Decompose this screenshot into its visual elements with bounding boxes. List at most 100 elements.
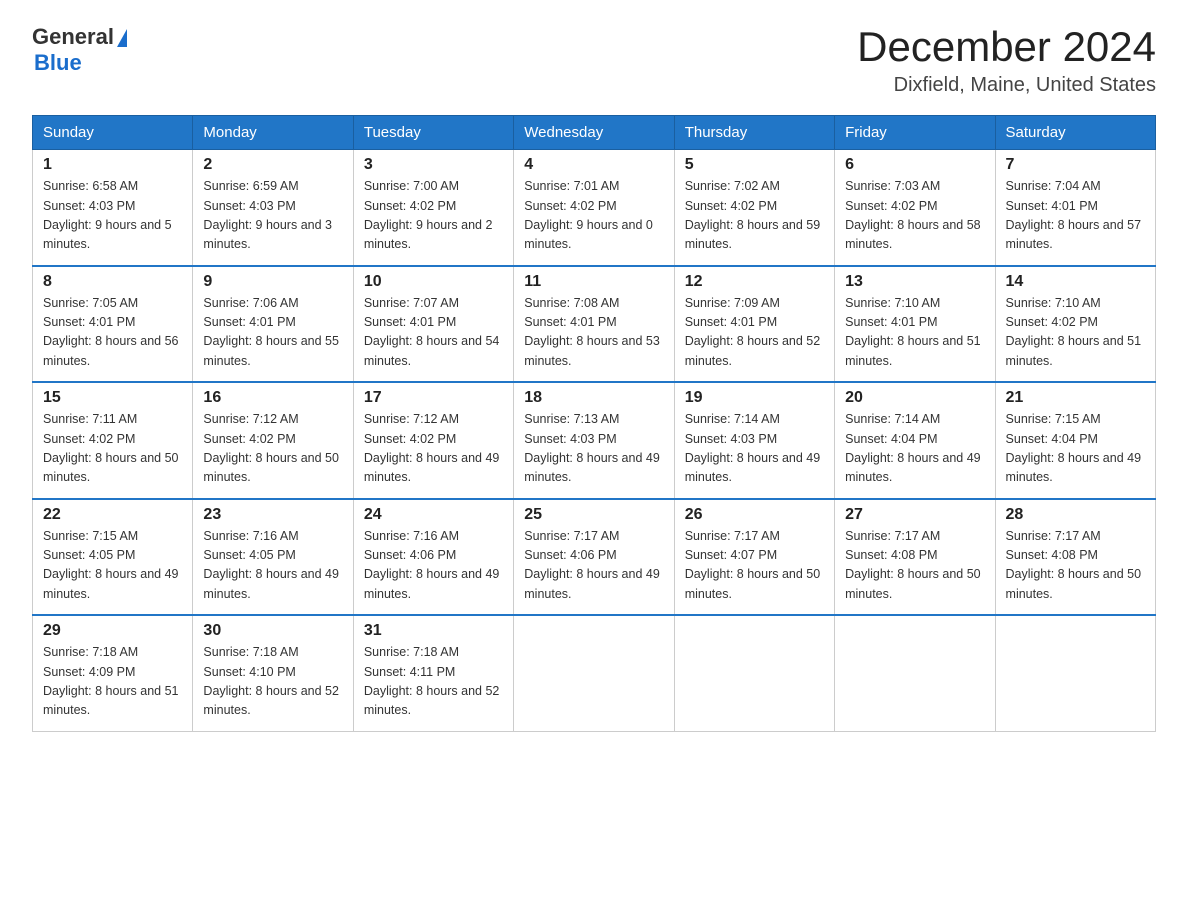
day-info: Sunrise: 7:08 AMSunset: 4:01 PMDaylight:… <box>524 296 660 368</box>
day-number: 10 <box>364 273 503 291</box>
header-friday: Friday <box>835 116 995 150</box>
day-number: 9 <box>203 273 342 291</box>
day-info: Sunrise: 6:58 AMSunset: 4:03 PMDaylight:… <box>43 179 172 251</box>
calendar-cell <box>995 615 1155 731</box>
day-info: Sunrise: 7:06 AMSunset: 4:01 PMDaylight:… <box>203 296 339 368</box>
calendar-cell: 1 Sunrise: 6:58 AMSunset: 4:03 PMDayligh… <box>33 150 193 266</box>
calendar-cell: 2 Sunrise: 6:59 AMSunset: 4:03 PMDayligh… <box>193 150 353 266</box>
calendar-cell <box>835 615 995 731</box>
day-number: 7 <box>1006 156 1145 174</box>
calendar-cell: 3 Sunrise: 7:00 AMSunset: 4:02 PMDayligh… <box>353 150 513 266</box>
day-number: 17 <box>364 389 503 407</box>
day-info: Sunrise: 7:05 AMSunset: 4:01 PMDaylight:… <box>43 296 179 368</box>
calendar-cell <box>674 615 834 731</box>
day-info: Sunrise: 7:02 AMSunset: 4:02 PMDaylight:… <box>685 179 821 251</box>
day-number: 29 <box>43 622 182 640</box>
day-info: Sunrise: 7:09 AMSunset: 4:01 PMDaylight:… <box>685 296 821 368</box>
day-number: 20 <box>845 389 984 407</box>
day-number: 26 <box>685 506 824 524</box>
day-number: 31 <box>364 622 503 640</box>
day-number: 22 <box>43 506 182 524</box>
day-number: 2 <box>203 156 342 174</box>
calendar-week-row: 22 Sunrise: 7:15 AMSunset: 4:05 PMDaylig… <box>33 499 1156 616</box>
calendar-cell: 23 Sunrise: 7:16 AMSunset: 4:05 PMDaylig… <box>193 499 353 616</box>
calendar-cell: 30 Sunrise: 7:18 AMSunset: 4:10 PMDaylig… <box>193 615 353 731</box>
calendar-cell: 26 Sunrise: 7:17 AMSunset: 4:07 PMDaylig… <box>674 499 834 616</box>
calendar-week-row: 8 Sunrise: 7:05 AMSunset: 4:01 PMDayligh… <box>33 266 1156 383</box>
day-info: Sunrise: 7:10 AMSunset: 4:02 PMDaylight:… <box>1006 296 1142 368</box>
header-saturday: Saturday <box>995 116 1155 150</box>
day-info: Sunrise: 7:16 AMSunset: 4:05 PMDaylight:… <box>203 529 339 601</box>
calendar-cell: 14 Sunrise: 7:10 AMSunset: 4:02 PMDaylig… <box>995 266 1155 383</box>
day-info: Sunrise: 7:13 AMSunset: 4:03 PMDaylight:… <box>524 412 660 484</box>
header-wednesday: Wednesday <box>514 116 674 150</box>
day-number: 8 <box>43 273 182 291</box>
day-number: 27 <box>845 506 984 524</box>
calendar-cell: 20 Sunrise: 7:14 AMSunset: 4:04 PMDaylig… <box>835 382 995 499</box>
day-info: Sunrise: 7:10 AMSunset: 4:01 PMDaylight:… <box>845 296 981 368</box>
calendar-week-row: 15 Sunrise: 7:11 AMSunset: 4:02 PMDaylig… <box>33 382 1156 499</box>
day-number: 15 <box>43 389 182 407</box>
calendar-cell <box>514 615 674 731</box>
calendar-cell: 27 Sunrise: 7:17 AMSunset: 4:08 PMDaylig… <box>835 499 995 616</box>
logo: General Blue <box>32 24 127 76</box>
calendar-cell: 9 Sunrise: 7:06 AMSunset: 4:01 PMDayligh… <box>193 266 353 383</box>
calendar-cell: 7 Sunrise: 7:04 AMSunset: 4:01 PMDayligh… <box>995 150 1155 266</box>
day-number: 28 <box>1006 506 1145 524</box>
day-number: 6 <box>845 156 984 174</box>
day-number: 14 <box>1006 273 1145 291</box>
day-number: 16 <box>203 389 342 407</box>
calendar-cell: 28 Sunrise: 7:17 AMSunset: 4:08 PMDaylig… <box>995 499 1155 616</box>
day-number: 12 <box>685 273 824 291</box>
day-info: Sunrise: 7:17 AMSunset: 4:07 PMDaylight:… <box>685 529 821 601</box>
day-info: Sunrise: 7:17 AMSunset: 4:08 PMDaylight:… <box>845 529 981 601</box>
day-info: Sunrise: 7:03 AMSunset: 4:02 PMDaylight:… <box>845 179 981 251</box>
calendar-cell: 22 Sunrise: 7:15 AMSunset: 4:05 PMDaylig… <box>33 499 193 616</box>
day-number: 25 <box>524 506 663 524</box>
header-tuesday: Tuesday <box>353 116 513 150</box>
calendar-cell: 13 Sunrise: 7:10 AMSunset: 4:01 PMDaylig… <box>835 266 995 383</box>
day-info: Sunrise: 7:15 AMSunset: 4:05 PMDaylight:… <box>43 529 179 601</box>
calendar-cell: 25 Sunrise: 7:17 AMSunset: 4:06 PMDaylig… <box>514 499 674 616</box>
day-info: Sunrise: 7:00 AMSunset: 4:02 PMDaylight:… <box>364 179 493 251</box>
calendar-cell: 10 Sunrise: 7:07 AMSunset: 4:01 PMDaylig… <box>353 266 513 383</box>
page-header: General Blue December 2024 Dixfield, Mai… <box>32 24 1156 97</box>
day-number: 3 <box>364 156 503 174</box>
day-number: 13 <box>845 273 984 291</box>
day-number: 21 <box>1006 389 1145 407</box>
day-number: 5 <box>685 156 824 174</box>
day-number: 30 <box>203 622 342 640</box>
calendar-table: Sunday Monday Tuesday Wednesday Thursday… <box>32 115 1156 732</box>
calendar-cell: 31 Sunrise: 7:18 AMSunset: 4:11 PMDaylig… <box>353 615 513 731</box>
day-number: 23 <box>203 506 342 524</box>
calendar-cell: 4 Sunrise: 7:01 AMSunset: 4:02 PMDayligh… <box>514 150 674 266</box>
day-info: Sunrise: 7:16 AMSunset: 4:06 PMDaylight:… <box>364 529 500 601</box>
day-info: Sunrise: 7:18 AMSunset: 4:09 PMDaylight:… <box>43 645 179 717</box>
weekday-header-row: Sunday Monday Tuesday Wednesday Thursday… <box>33 116 1156 150</box>
calendar-cell: 16 Sunrise: 7:12 AMSunset: 4:02 PMDaylig… <box>193 382 353 499</box>
day-info: Sunrise: 7:07 AMSunset: 4:01 PMDaylight:… <box>364 296 500 368</box>
calendar-cell: 12 Sunrise: 7:09 AMSunset: 4:01 PMDaylig… <box>674 266 834 383</box>
day-info: Sunrise: 7:04 AMSunset: 4:01 PMDaylight:… <box>1006 179 1142 251</box>
calendar-cell: 15 Sunrise: 7:11 AMSunset: 4:02 PMDaylig… <box>33 382 193 499</box>
day-info: Sunrise: 7:11 AMSunset: 4:02 PMDaylight:… <box>43 412 179 484</box>
day-number: 24 <box>364 506 503 524</box>
calendar-cell: 29 Sunrise: 7:18 AMSunset: 4:09 PMDaylig… <box>33 615 193 731</box>
calendar-cell: 6 Sunrise: 7:03 AMSunset: 4:02 PMDayligh… <box>835 150 995 266</box>
logo-triangle-icon <box>117 29 127 47</box>
calendar-cell: 18 Sunrise: 7:13 AMSunset: 4:03 PMDaylig… <box>514 382 674 499</box>
calendar-cell: 21 Sunrise: 7:15 AMSunset: 4:04 PMDaylig… <box>995 382 1155 499</box>
day-number: 18 <box>524 389 663 407</box>
calendar-cell: 5 Sunrise: 7:02 AMSunset: 4:02 PMDayligh… <box>674 150 834 266</box>
calendar-cell: 11 Sunrise: 7:08 AMSunset: 4:01 PMDaylig… <box>514 266 674 383</box>
header-sunday: Sunday <box>33 116 193 150</box>
day-info: Sunrise: 7:01 AMSunset: 4:02 PMDaylight:… <box>524 179 653 251</box>
logo-blue-text: Blue <box>34 50 82 76</box>
day-info: Sunrise: 7:18 AMSunset: 4:11 PMDaylight:… <box>364 645 500 717</box>
location-title: Dixfield, Maine, United States <box>857 74 1156 97</box>
day-number: 4 <box>524 156 663 174</box>
header-thursday: Thursday <box>674 116 834 150</box>
day-info: Sunrise: 7:17 AMSunset: 4:06 PMDaylight:… <box>524 529 660 601</box>
calendar-cell: 17 Sunrise: 7:12 AMSunset: 4:02 PMDaylig… <box>353 382 513 499</box>
day-info: Sunrise: 7:12 AMSunset: 4:02 PMDaylight:… <box>203 412 339 484</box>
